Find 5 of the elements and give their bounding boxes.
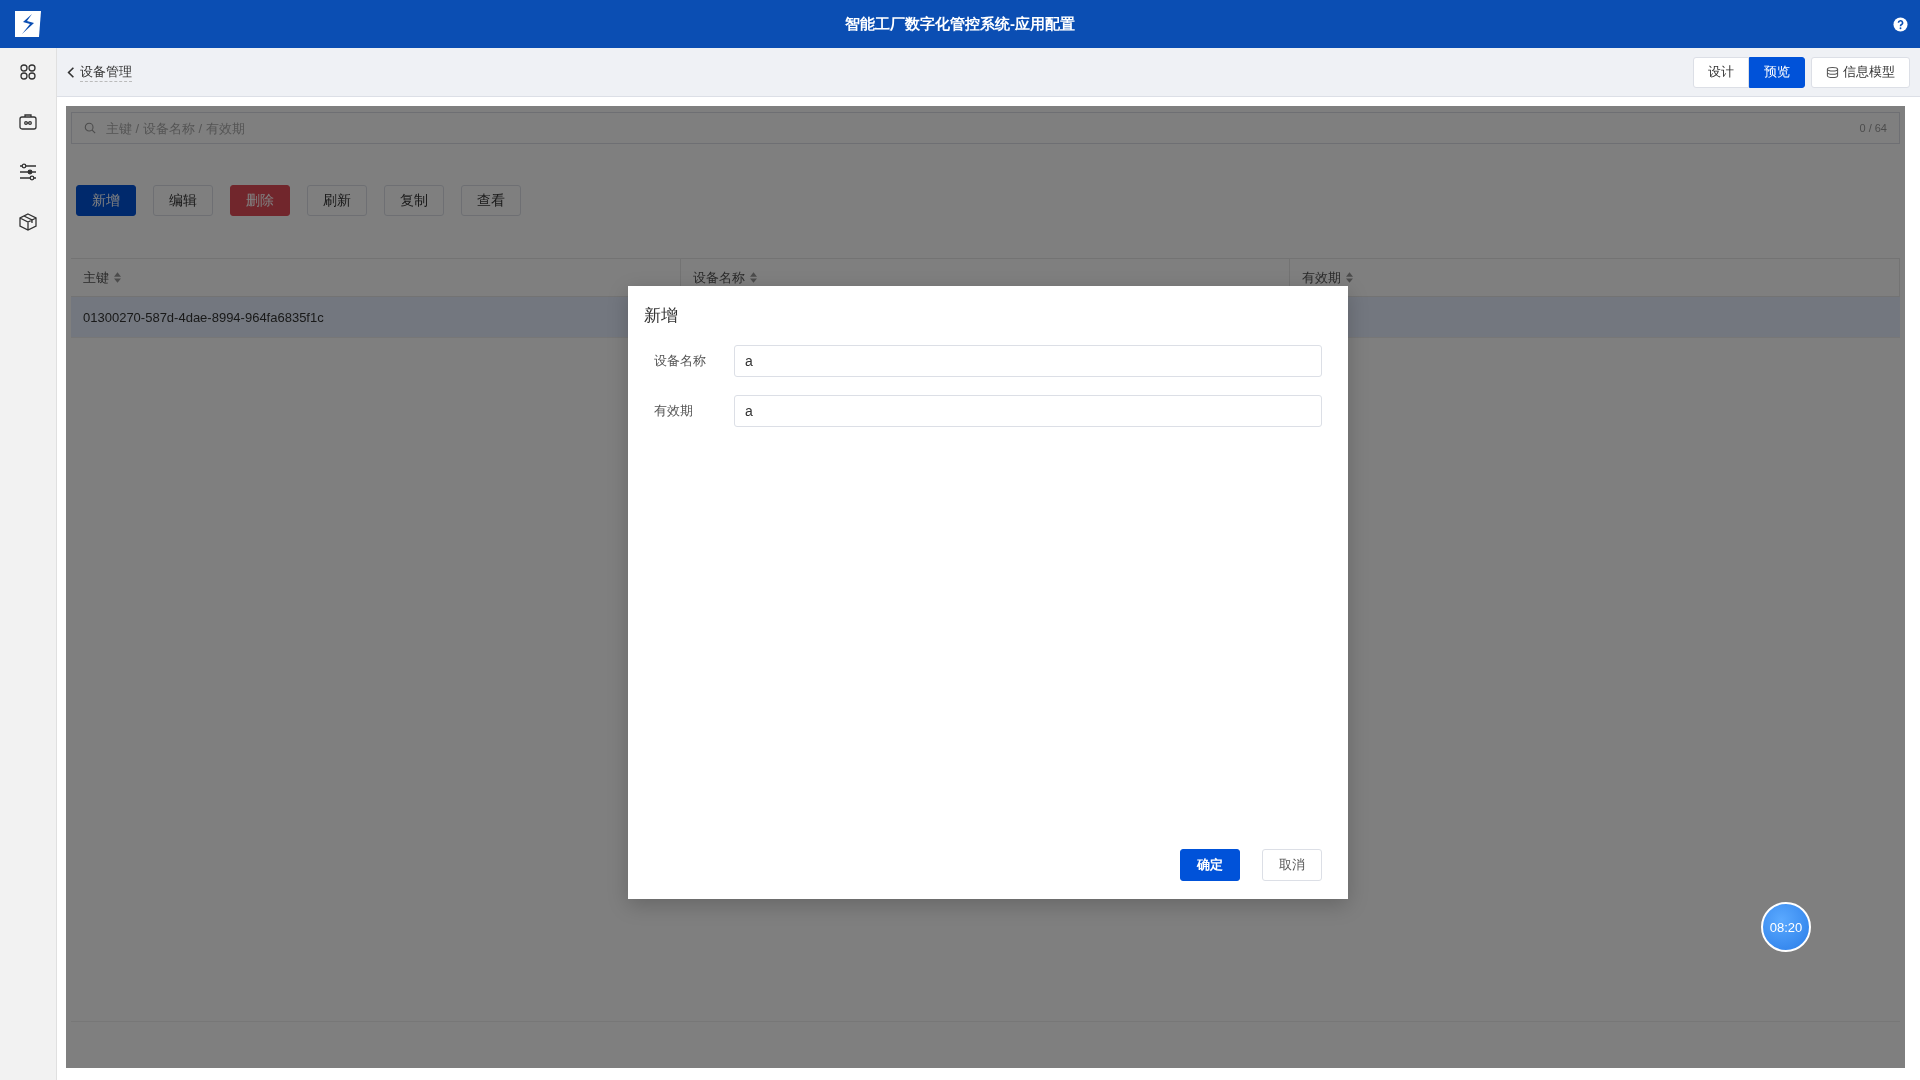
dialog-title: 新增: [644, 305, 679, 327]
app-title: 智能工厂数字化管控系统-应用配置: [845, 14, 1075, 34]
field-label: 有效期: [653, 402, 694, 420]
field-label: 设备名称: [653, 352, 707, 370]
table-cell: 01300270-587d-4dae-8994-964fa6835f1c: [83, 309, 324, 325]
